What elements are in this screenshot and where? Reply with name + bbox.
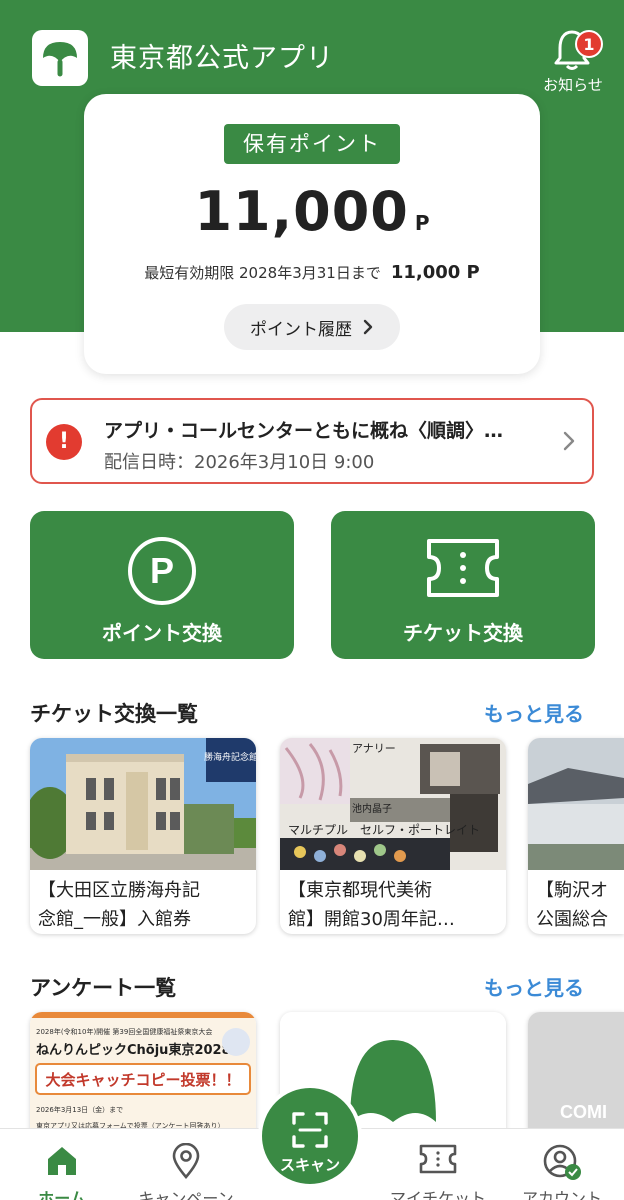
ticket-image: アナリー 池内晶子 マルチプル セルフ・ポートレイト <box>280 738 506 870</box>
ticket-icon <box>376 1143 500 1175</box>
app-logo <box>32 30 88 86</box>
tab-home-label: ホーム <box>38 1189 86 1200</box>
ticket-card[interactable]: アナリー 池内晶子 マルチプル セルフ・ポートレイト 【東京都現代美術 館】開館… <box>280 738 506 934</box>
home-icon <box>0 1143 124 1177</box>
coming-soon-text: COMI <box>560 1102 607 1122</box>
ticket-caption: 【駒沢オ 公園総合 <box>536 876 624 934</box>
point-history-button[interactable]: ポイント履歴 <box>224 304 400 350</box>
tab-account[interactable]: アカウント <box>500 1129 624 1200</box>
announcement-date: 配信日時：2026年3月10日 9:00 <box>104 452 375 473</box>
ticket-caption-line: 公園総合 <box>536 909 608 930</box>
ticket-caption: 【東京都現代美術 館】開館30周年記… <box>288 876 500 934</box>
ticket-image <box>528 738 624 870</box>
ticket-card[interactable]: 【駒沢オ 公園総合 <box>528 738 624 934</box>
ticket-card[interactable]: 勝海舟記念館 【大田区立勝海舟記 念館_一般】入館券 <box>30 738 256 934</box>
expiry-label: 最短有効期限 2028年3月31日まで <box>144 264 381 282</box>
points-expiry: 最短有効期限 2028年3月31日まで 11,000 P <box>84 262 540 283</box>
ticket-image: 勝海舟記念館 <box>30 738 256 870</box>
tab-my-ticket-label: マイチケット <box>389 1189 486 1200</box>
chevron-right-icon <box>363 319 373 335</box>
mot-side-text: 池内晶子 <box>352 802 392 815</box>
notifications-button[interactable]: 1 お知らせ <box>538 26 608 96</box>
survey-banner-image: 2028年(令和10年)開催 第39回全国健康福祉祭東京大会 ねんりんピックCh… <box>30 1012 256 1142</box>
tab-home[interactable]: ホーム <box>0 1129 124 1200</box>
museum-sign-text: 勝海舟記念館 <box>204 751 256 763</box>
tab-my-ticket[interactable]: マイチケット <box>376 1129 500 1200</box>
survey-list-title: アンケート一覧 <box>30 976 177 1000</box>
mot-top-text: アナリー <box>352 742 396 755</box>
ginkgo-logo-icon <box>43 42 77 77</box>
mot-title-text-2: セルフ・ポートレイト <box>360 823 480 837</box>
ticket-caption-line: 【大田区立勝海舟記 <box>38 880 200 901</box>
mot-title-text-1: マルチプル <box>288 823 348 837</box>
survey-banner-line1: 2028年(令和10年)開催 第39回全国健康福祉祭東京大会 <box>36 1027 212 1036</box>
chevron-right-icon <box>563 431 575 451</box>
point-exchange-button[interactable]: P ポイント交換 <box>30 511 294 659</box>
announcement-title: アプリ・コールセンターともに概ね〈順調〉… <box>104 420 504 442</box>
ticket-icon <box>331 535 595 601</box>
survey-card[interactable]: 2028年(令和10年)開催 第39回全国健康福祉祭東京大会 ねんりんピックCh… <box>30 1012 256 1142</box>
survey-list-more-link[interactable]: もっと見る <box>484 972 584 1001</box>
point-exchange-label: ポイント交換 <box>102 621 222 645</box>
svg-text:P: P <box>150 550 174 591</box>
expiry-amount: 11,000 P <box>390 262 480 283</box>
points-tag: 保有ポイント <box>224 124 400 164</box>
survey-banner-line4: 2026年3月13日（金）まで <box>36 1105 123 1114</box>
notifications-label: お知らせ <box>543 76 603 94</box>
notification-badge: 1 <box>575 30 603 58</box>
tab-campaign[interactable]: キャンペーン <box>124 1129 248 1200</box>
survey-banner-line3: 大会キャッチコピー投票！！ <box>45 1071 240 1089</box>
points-card: 保有ポイント 11,000 P 最短有効期限 2028年3月31日まで 11,000… <box>84 94 540 374</box>
account-icon <box>500 1143 624 1181</box>
point-circle-icon: P <box>30 535 294 607</box>
survey-banner-line2: ねんりんピックChōju東京2028 <box>36 1042 231 1058</box>
scan-label: スキャン <box>279 1156 340 1174</box>
ticket-caption-line: 館】開館30周年記… <box>288 909 455 930</box>
announcement-banner[interactable]: ! アプリ・コールセンターともに概ね〈順調〉… 配信日時：2026年3月10日 … <box>30 398 594 484</box>
ticket-list-more-link[interactable]: もっと見る <box>484 698 584 727</box>
points-unit: P <box>414 211 430 235</box>
survey-card[interactable]: COMI <box>528 1012 624 1142</box>
coming-soon-image: COMI <box>528 1012 624 1142</box>
ticket-exchange-label: チケット交換 <box>403 621 523 645</box>
scan-button[interactable]: スキャン <box>258 1084 362 1188</box>
ticket-exchange-button[interactable]: チケット交換 <box>331 511 595 659</box>
scan-icon <box>262 1110 358 1150</box>
point-history-label: ポイント履歴 <box>250 319 352 340</box>
ticket-caption-line: 念館_一般】入館券 <box>38 909 191 930</box>
ticket-list-title: チケット交換一覧 <box>30 702 198 726</box>
alert-icon: ! <box>46 424 82 460</box>
tab-account-label: アカウント <box>521 1189 602 1200</box>
ticket-caption-line: 【東京都現代美術 <box>288 880 432 901</box>
ticket-caption: 【大田区立勝海舟記 念館_一般】入館券 <box>38 876 250 934</box>
points-balance: 11,000 P <box>84 180 540 243</box>
ticket-caption-line: 【駒沢オ <box>536 880 608 901</box>
map-pin-icon <box>124 1143 248 1179</box>
app-title: 東京都公式アプリ <box>110 43 334 74</box>
points-number: 11,000 <box>194 180 409 243</box>
tab-campaign-label: キャンペーン <box>138 1189 234 1200</box>
